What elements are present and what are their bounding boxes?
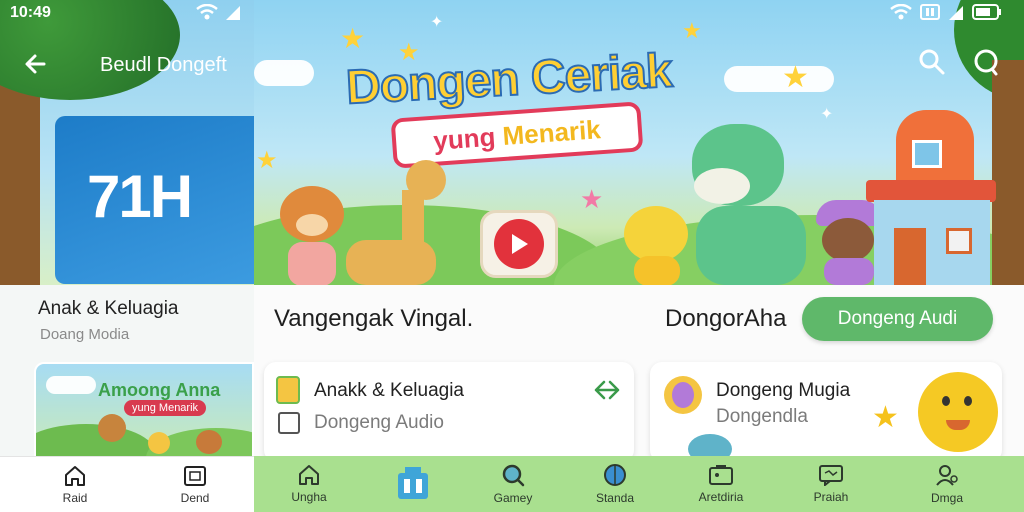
story-thumbnail[interactable]: Amoong Anna yung Menarik	[34, 362, 254, 458]
main-bottom-nav: Ungha Gamey Standa Aretdiria Praiah Dmga	[254, 456, 1024, 512]
thumb-subtitle: yung Menarik	[124, 400, 207, 416]
cloud	[254, 60, 314, 86]
house-illustration	[866, 110, 996, 285]
banner-prefix: yung	[432, 120, 504, 156]
star-decoration: ★	[580, 184, 604, 214]
yellow-bear-character	[620, 206, 694, 285]
nav-label: Praiah	[813, 490, 849, 504]
status-icons	[196, 4, 242, 20]
main-panel: ★ ★ ★ ★ ★ ★ ✦ ✦ Dongen Ceriak yung Menar…	[254, 0, 1024, 512]
nav-label: Gamey	[493, 491, 533, 505]
cloud	[724, 66, 834, 92]
hero-subtitle-banner: yung Menarik	[390, 101, 644, 169]
back-arrow-icon[interactable]	[22, 50, 50, 78]
book-icon	[276, 376, 300, 404]
home-icon	[65, 466, 85, 486]
wifi-icon	[196, 4, 218, 20]
tree-trunk	[992, 60, 1024, 285]
book-icon	[184, 466, 206, 486]
nav-item-home[interactable]: Ungha	[274, 456, 344, 512]
giraffe-character	[346, 160, 456, 285]
topbar-title: Beudl Dongeft	[100, 54, 227, 76]
category-title: Anak & Keluagia	[38, 298, 179, 319]
feature-tile-text: 71H	[87, 163, 193, 230]
swap-arrows-icon[interactable]	[592, 378, 622, 402]
search-icon	[502, 464, 525, 487]
star-decoration: ★	[340, 23, 366, 54]
battery-icon	[972, 4, 1001, 20]
left-hero: 71H	[0, 0, 254, 285]
profile-icon	[936, 465, 958, 486]
nav-item-home[interactable]: Raid	[40, 457, 110, 512]
nav-label: Ungha	[291, 490, 327, 504]
feature-tile[interactable]: 71H	[55, 116, 254, 284]
nav-item-stories[interactable]: Standa	[580, 456, 650, 512]
hero-banner: ★ ★ ★ ★ ★ ★ ✦ ✦ Dongen Ceriak yung Menar…	[254, 0, 1024, 285]
nav-item-games[interactable]: Gamey	[478, 456, 548, 512]
sparkle-decoration: ✦	[820, 106, 834, 123]
home-icon	[299, 465, 319, 485]
star-decoration: ★	[782, 61, 809, 94]
story-card[interactable]: Anakk & Keluagia Dongeng Audio	[264, 362, 634, 462]
nfc-icon	[920, 4, 940, 20]
hero-subtitle: yung Menarik	[432, 114, 601, 157]
nav-item-gallery[interactable]: Aretdiria	[686, 456, 756, 512]
chat-icon[interactable]	[970, 46, 1002, 78]
play-icon	[512, 234, 528, 254]
search-icon[interactable]	[916, 46, 948, 78]
character	[196, 430, 222, 454]
hill	[36, 424, 156, 456]
category-subtitle: Doang Modia	[40, 326, 130, 343]
star-icon: ★	[872, 401, 899, 434]
banner-highlight: Menarik	[501, 113, 602, 151]
avatar	[664, 376, 702, 414]
chat-icon	[819, 465, 843, 486]
green-cow-character	[686, 124, 810, 285]
status-icons	[890, 4, 1002, 20]
card-subtitle: Dongeng Audio	[314, 412, 444, 433]
nav-label: Dend	[180, 491, 210, 505]
story-card[interactable]: Dongeng Mugia Dongendla ★	[650, 362, 1002, 462]
section-title-left: Vangengak Vingal.	[274, 305, 474, 332]
card-subtitle: Dongendla	[716, 406, 808, 427]
card-title: Dongeng Mugia	[716, 380, 851, 401]
nav-label: Standa	[595, 491, 635, 505]
wifi-icon	[890, 4, 912, 20]
nav-item-library[interactable]	[378, 456, 448, 512]
play-circle	[494, 219, 544, 269]
cloud	[46, 376, 96, 394]
signal-icon	[949, 6, 963, 20]
left-panel: 71H 10:49 Beudl Dongeft Anak & Keluagia …	[0, 0, 254, 512]
star-decoration: ★	[256, 147, 278, 174]
nav-item-book[interactable]: Dend	[160, 457, 230, 512]
signal-icon	[226, 6, 240, 20]
star-decoration: ★	[682, 18, 702, 43]
left-bottom-nav: Raid Dend	[0, 456, 254, 512]
bear-character	[98, 414, 126, 442]
section-title-right: DongorAha	[665, 305, 787, 332]
library-icon	[398, 467, 428, 499]
smiley-character	[918, 372, 998, 452]
audio-file-icon	[278, 412, 300, 434]
nav-label: Aretdiria	[698, 490, 744, 504]
character	[148, 432, 170, 454]
bear-character	[276, 186, 348, 285]
dongeng-audio-button[interactable]: Dongeng Audi	[802, 297, 993, 341]
thumb-title: Amoong Anna	[98, 380, 221, 400]
globe-icon	[604, 464, 626, 486]
sparkle-decoration: ✦	[430, 14, 444, 31]
status-time: 10:49	[10, 4, 51, 21]
gallery-icon	[709, 465, 733, 485]
nav-item-praiah[interactable]: Praiah	[796, 456, 866, 512]
play-button[interactable]	[480, 210, 558, 278]
nav-item-profile[interactable]: Dmga	[912, 456, 982, 512]
card-title: Anakk & Keluagia	[314, 380, 464, 401]
nav-label: Raid	[62, 491, 88, 505]
nav-label: Dmga	[930, 491, 963, 505]
